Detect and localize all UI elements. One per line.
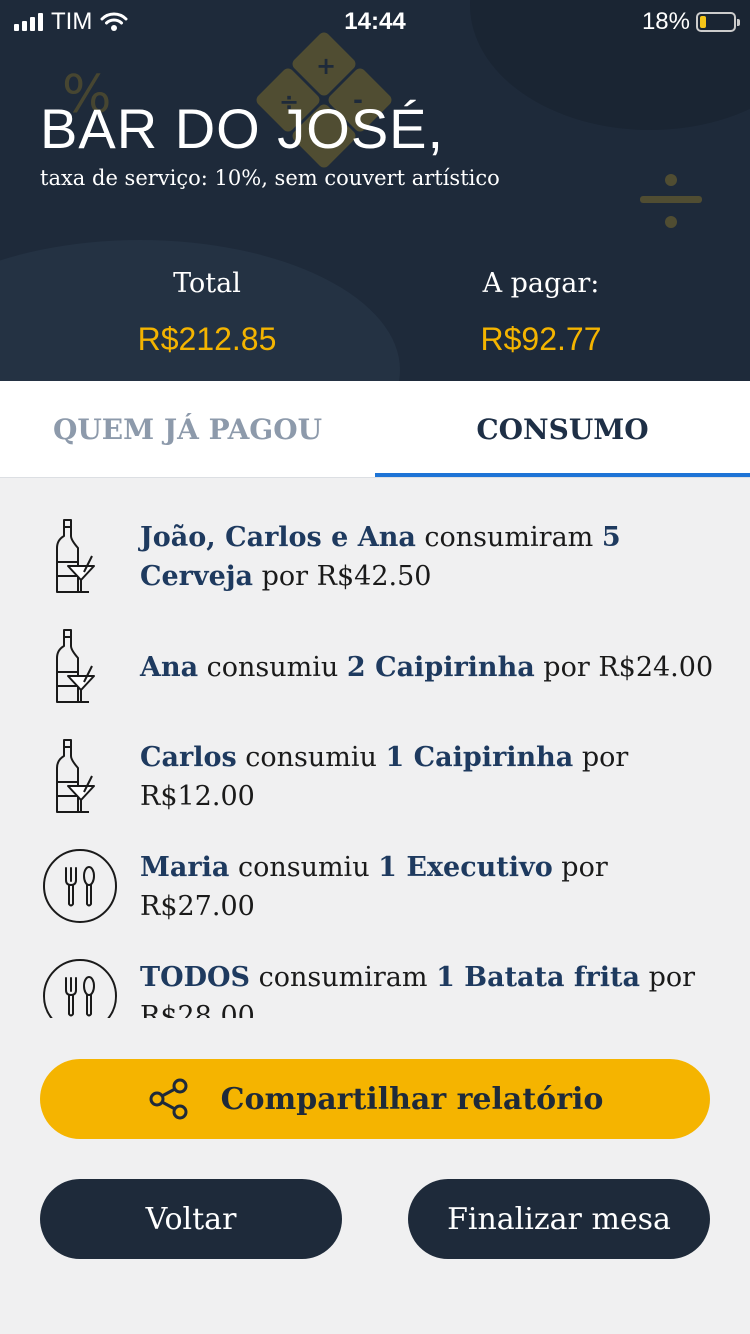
- cutlery-icon: [43, 849, 117, 923]
- header: % + ÷ - TIM 14:44 18% BAR DO JOSÉ, taxa …: [0, 0, 750, 381]
- drinks-icon: [56, 629, 95, 703]
- drinks-icon: [56, 739, 95, 813]
- consumption-verb: consumiu: [198, 652, 347, 683]
- consumption-list[interactable]: João, Carlos e Ana consumiram 5 Cerveja …: [0, 478, 750, 1018]
- drinks-icon: [56, 519, 95, 593]
- to-pay-stat: A pagar: R$92.77: [401, 268, 681, 358]
- total-value: R$212.85: [137, 321, 277, 357]
- tab-bar: QUEM JÁ PAGOU CONSUMO: [0, 381, 750, 478]
- list-item-text: João, Carlos e Ana consumiram 5 Cerveja …: [140, 518, 720, 596]
- battery-percent: 18%: [641, 8, 690, 35]
- active-tab-indicator: [375, 473, 750, 477]
- share-report-label: Compartilhar relatório: [220, 1081, 604, 1117]
- battery-level: [700, 16, 706, 28]
- consumption-verb: consumiu: [229, 852, 379, 883]
- tab-quem-ja-pagou[interactable]: QUEM JÁ PAGOU: [0, 381, 375, 477]
- total-label: Total: [173, 268, 241, 299]
- item-name: 1 Batata frita: [436, 962, 640, 993]
- consumer-name: Maria: [140, 852, 230, 883]
- share-report-button[interactable]: Compartilhar relatório: [40, 1059, 710, 1139]
- consumer-name: Carlos: [140, 742, 237, 773]
- consumption-verb: consumiram: [250, 962, 437, 993]
- clock: 14:44: [344, 8, 406, 35]
- finish-table-button[interactable]: Finalizar mesa: [408, 1179, 710, 1259]
- venue-subtitle: taxa de serviço: 10%, sem couvert artíst…: [40, 166, 500, 190]
- item-price: por R$24.00: [534, 652, 714, 683]
- tab-consumo[interactable]: CONSUMO: [375, 381, 750, 477]
- to-pay-label: A pagar:: [482, 268, 600, 299]
- list-item-text: Carlos consumiu 1 Caipirinha por R$12.00: [140, 738, 720, 816]
- status-bar: TIM 14:44 18%: [0, 0, 750, 40]
- consumer-name: Ana: [140, 652, 199, 683]
- list-item-text: TODOS consumiram 1 Batata frita por R$28…: [140, 958, 720, 1018]
- item-name: 1 Caipirinha: [385, 742, 574, 773]
- item-name: 1 Executivo: [378, 852, 553, 883]
- item-name: 2 Caipirinha: [346, 652, 535, 683]
- venue-title: BAR DO JOSÉ,: [40, 97, 445, 160]
- back-button[interactable]: Voltar: [40, 1179, 342, 1259]
- consumption-verb: consumiram: [415, 522, 602, 553]
- svg-text:+: +: [316, 52, 336, 80]
- list-item-text: Maria consumiu 1 Executivo por R$27.00: [140, 848, 720, 926]
- battery-icon: [696, 12, 740, 32]
- share-icon: [149, 1078, 188, 1120]
- to-pay-value: R$92.77: [480, 321, 602, 357]
- consumption-verb: consumiu: [236, 742, 386, 773]
- tab-consumo-label: CONSUMO: [476, 412, 649, 446]
- cutlery-icon: [43, 959, 117, 1018]
- consumer-name: TODOS: [140, 962, 251, 993]
- total-stat: Total R$212.85: [67, 268, 347, 358]
- item-price: por R$42.50: [253, 561, 432, 592]
- list-item-text: Ana consumiu 2 Caipirinha por R$24.00: [140, 648, 720, 687]
- consumer-name: João, Carlos e Ana: [140, 522, 416, 553]
